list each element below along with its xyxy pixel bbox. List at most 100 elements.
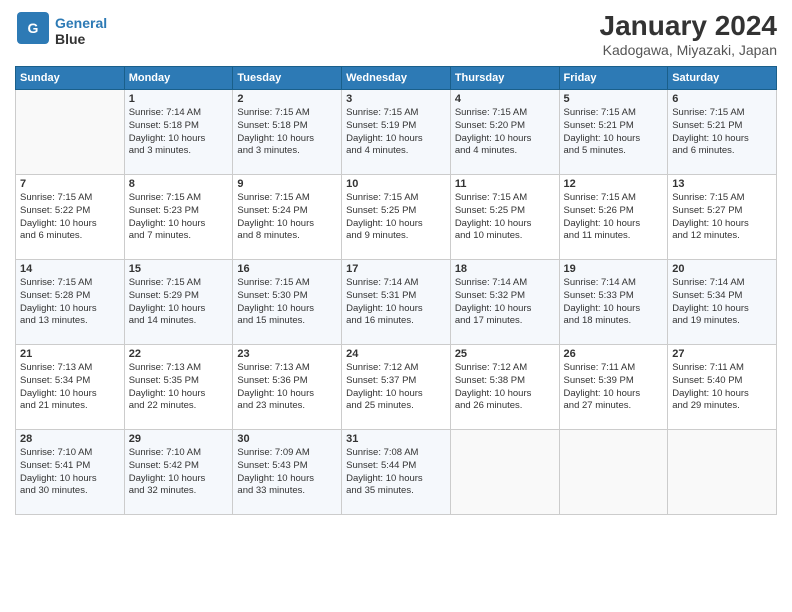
day-number: 12 <box>564 178 664 190</box>
calendar-cell: 19 Sunrise: 7:14 AMSunset: 5:33 PMDayligh… <box>559 260 668 345</box>
calendar-cell: 1 Sunrise: 7:14 AMSunset: 5:18 PMDaylight… <box>124 90 233 175</box>
day-info: Sunrise: 7:14 AMSunset: 5:31 PMDaylight:… <box>346 277 446 328</box>
calendar-cell: 14Sunrise: 7:15 AMSunset: 5:28 PMDayligh… <box>16 260 125 345</box>
day-info: Sunrise: 7:15 AMSunset: 5:21 PMDaylight:… <box>564 107 664 158</box>
calendar-cell <box>668 430 777 515</box>
calendar-cell: 24 Sunrise: 7:12 AMSunset: 5:37 PMDayligh… <box>342 345 451 430</box>
calendar-cell: 5 Sunrise: 7:15 AMSunset: 5:21 PMDaylight… <box>559 90 668 175</box>
logo-general: General <box>55 15 107 31</box>
calendar-cell: 16Sunrise: 7:15 AMSunset: 5:30 PMDayligh… <box>233 260 342 345</box>
day-number: 7 <box>20 178 120 190</box>
calendar-week-4: 21 Sunrise: 7:13 AMSunset: 5:34 PMDayligh… <box>16 345 777 430</box>
page-container: G General Blue January 2024 Kadogawa, Mi… <box>0 0 792 525</box>
location: Kadogawa, Miyazaki, Japan <box>600 42 777 58</box>
logo: G General Blue <box>15 10 107 51</box>
calendar-cell <box>16 90 125 175</box>
day-info: Sunrise: 7:08 AMSunset: 5:44 PMDaylight:… <box>346 447 446 498</box>
day-info: Sunrise: 7:15 AMSunset: 5:24 PMDaylight:… <box>237 192 337 243</box>
day-info: Sunrise: 7:15 AMSunset: 5:25 PMDaylight:… <box>455 192 555 243</box>
day-number: 19 <box>564 263 664 275</box>
calendar-cell: 17 Sunrise: 7:14 AMSunset: 5:31 PMDayligh… <box>342 260 451 345</box>
day-number: 11 <box>455 178 555 190</box>
day-number: 31 <box>346 433 446 445</box>
calendar-cell: 26Sunrise: 7:11 AMSunset: 5:39 PMDayligh… <box>559 345 668 430</box>
calendar-cell: 4Sunrise: 7:15 AMSunset: 5:20 PMDaylight… <box>450 90 559 175</box>
day-number: 3 <box>346 93 446 105</box>
day-info: Sunrise: 7:10 AMSunset: 5:41 PMDaylight:… <box>20 447 120 498</box>
day-info: Sunrise: 7:13 AMSunset: 5:36 PMDaylight:… <box>237 362 337 413</box>
day-info: Sunrise: 7:11 AMSunset: 5:40 PMDaylight:… <box>672 362 772 413</box>
calendar-header-row: SundayMondayTuesdayWednesdayThursdayFrid… <box>16 67 777 90</box>
day-info: Sunrise: 7:15 AMSunset: 5:26 PMDaylight:… <box>564 192 664 243</box>
day-number: 1 <box>129 93 229 105</box>
calendar-cell: 7Sunrise: 7:15 AMSunset: 5:22 PMDaylight… <box>16 175 125 260</box>
day-number: 28 <box>20 433 120 445</box>
calendar-cell: 11 Sunrise: 7:15 AMSunset: 5:25 PMDayligh… <box>450 175 559 260</box>
day-number: 2 <box>237 93 337 105</box>
calendar-table: SundayMondayTuesdayWednesdayThursdayFrid… <box>15 66 777 515</box>
day-info: Sunrise: 7:15 AMSunset: 5:29 PMDaylight:… <box>129 277 229 328</box>
day-number: 21 <box>20 348 120 360</box>
calendar-cell: 9 Sunrise: 7:15 AMSunset: 5:24 PMDaylight… <box>233 175 342 260</box>
day-number: 15 <box>129 263 229 275</box>
calendar-week-5: 28 Sunrise: 7:10 AMSunset: 5:41 PMDayligh… <box>16 430 777 515</box>
title-block: January 2024 Kadogawa, Miyazaki, Japan <box>600 10 777 58</box>
calendar-cell: 3 Sunrise: 7:15 AMSunset: 5:19 PMDaylight… <box>342 90 451 175</box>
day-number: 29 <box>129 433 229 445</box>
calendar-cell: 2Sunrise: 7:15 AMSunset: 5:18 PMDaylight… <box>233 90 342 175</box>
day-info: Sunrise: 7:14 AMSunset: 5:34 PMDaylight:… <box>672 277 772 328</box>
day-number: 27 <box>672 348 772 360</box>
day-number: 9 <box>237 178 337 190</box>
day-number: 22 <box>129 348 229 360</box>
day-number: 17 <box>346 263 446 275</box>
calendar-cell: 21 Sunrise: 7:13 AMSunset: 5:34 PMDayligh… <box>16 345 125 430</box>
day-number: 20 <box>672 263 772 275</box>
day-info: Sunrise: 7:15 AMSunset: 5:23 PMDaylight:… <box>129 192 229 243</box>
day-number: 23 <box>237 348 337 360</box>
calendar-cell: 25 Sunrise: 7:12 AMSunset: 5:38 PMDayligh… <box>450 345 559 430</box>
logo-blue: Blue <box>55 31 107 47</box>
day-number: 24 <box>346 348 446 360</box>
calendar-cell: 28 Sunrise: 7:10 AMSunset: 5:41 PMDayligh… <box>16 430 125 515</box>
day-header-tuesday: Tuesday <box>233 67 342 90</box>
day-info: Sunrise: 7:15 AMSunset: 5:20 PMDaylight:… <box>455 107 555 158</box>
calendar-week-3: 14Sunrise: 7:15 AMSunset: 5:28 PMDayligh… <box>16 260 777 345</box>
calendar-cell: 13Sunrise: 7:15 AMSunset: 5:27 PMDayligh… <box>668 175 777 260</box>
day-number: 6 <box>672 93 772 105</box>
day-info: Sunrise: 7:13 AMSunset: 5:34 PMDaylight:… <box>20 362 120 413</box>
day-number: 30 <box>237 433 337 445</box>
logo-icon: G <box>15 10 51 46</box>
day-info: Sunrise: 7:15 AMSunset: 5:27 PMDaylight:… <box>672 192 772 243</box>
day-number: 5 <box>564 93 664 105</box>
day-header-monday: Monday <box>124 67 233 90</box>
day-number: 10 <box>346 178 446 190</box>
day-info: Sunrise: 7:12 AMSunset: 5:38 PMDaylight:… <box>455 362 555 413</box>
day-info: Sunrise: 7:14 AMSunset: 5:33 PMDaylight:… <box>564 277 664 328</box>
day-number: 25 <box>455 348 555 360</box>
day-info: Sunrise: 7:09 AMSunset: 5:43 PMDaylight:… <box>237 447 337 498</box>
calendar-cell <box>450 430 559 515</box>
calendar-cell: 6 Sunrise: 7:15 AMSunset: 5:21 PMDaylight… <box>668 90 777 175</box>
header: G General Blue January 2024 Kadogawa, Mi… <box>15 10 777 58</box>
calendar-cell: 10Sunrise: 7:15 AMSunset: 5:25 PMDayligh… <box>342 175 451 260</box>
day-info: Sunrise: 7:15 AMSunset: 5:19 PMDaylight:… <box>346 107 446 158</box>
day-info: Sunrise: 7:14 AMSunset: 5:18 PMDaylight:… <box>129 107 229 158</box>
calendar-cell: 15 Sunrise: 7:15 AMSunset: 5:29 PMDayligh… <box>124 260 233 345</box>
day-info: Sunrise: 7:14 AMSunset: 5:32 PMDaylight:… <box>455 277 555 328</box>
day-info: Sunrise: 7:15 AMSunset: 5:21 PMDaylight:… <box>672 107 772 158</box>
calendar-cell: 8Sunrise: 7:15 AMSunset: 5:23 PMDaylight… <box>124 175 233 260</box>
day-header-saturday: Saturday <box>668 67 777 90</box>
calendar-cell: 18 Sunrise: 7:14 AMSunset: 5:32 PMDayligh… <box>450 260 559 345</box>
calendar-week-2: 7Sunrise: 7:15 AMSunset: 5:22 PMDaylight… <box>16 175 777 260</box>
day-info: Sunrise: 7:11 AMSunset: 5:39 PMDaylight:… <box>564 362 664 413</box>
calendar-cell <box>559 430 668 515</box>
day-header-sunday: Sunday <box>16 67 125 90</box>
day-header-thursday: Thursday <box>450 67 559 90</box>
day-info: Sunrise: 7:12 AMSunset: 5:37 PMDaylight:… <box>346 362 446 413</box>
calendar-cell: 31 Sunrise: 7:08 AMSunset: 5:44 PMDayligh… <box>342 430 451 515</box>
calendar-cell: 23 Sunrise: 7:13 AMSunset: 5:36 PMDayligh… <box>233 345 342 430</box>
day-info: Sunrise: 7:15 AMSunset: 5:28 PMDaylight:… <box>20 277 120 328</box>
day-number: 18 <box>455 263 555 275</box>
day-info: Sunrise: 7:10 AMSunset: 5:42 PMDaylight:… <box>129 447 229 498</box>
calendar-cell: 12 Sunrise: 7:15 AMSunset: 5:26 PMDayligh… <box>559 175 668 260</box>
